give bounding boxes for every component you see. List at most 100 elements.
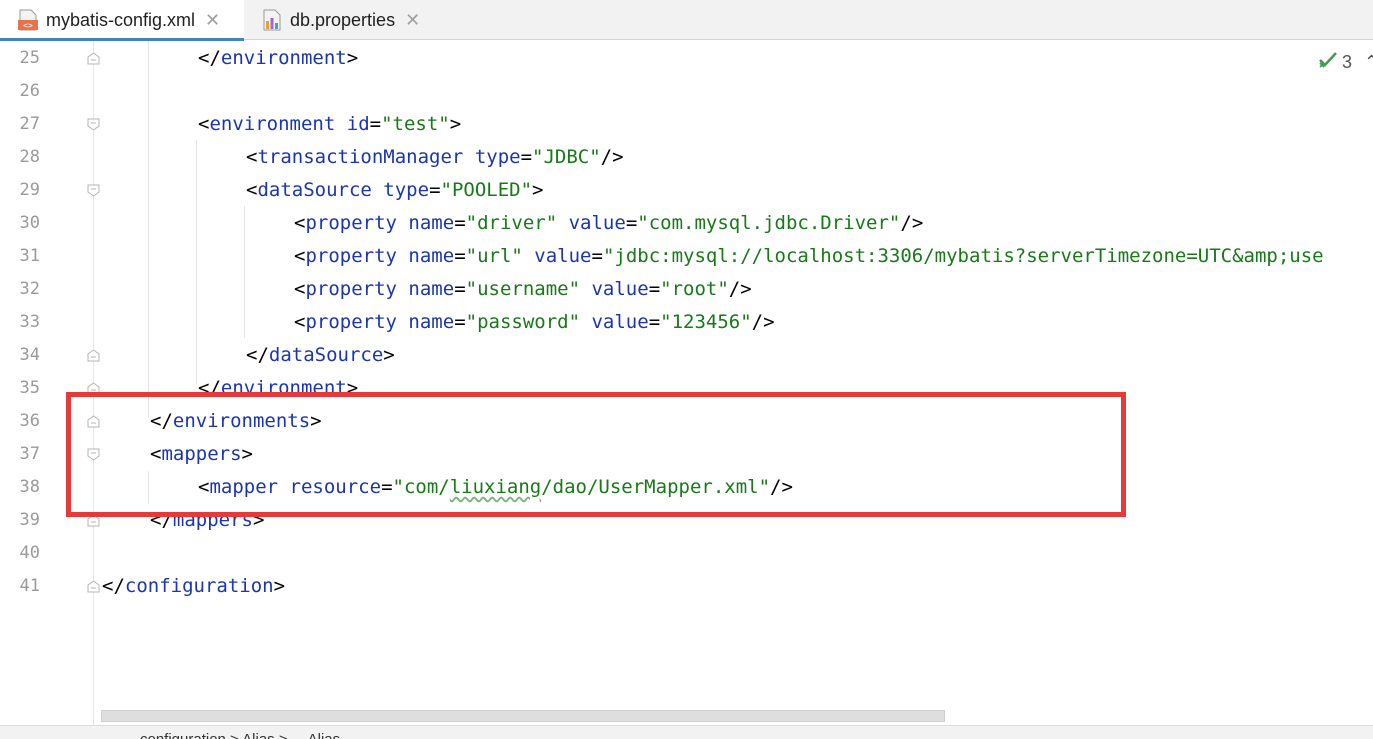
check-icon bbox=[1318, 51, 1338, 74]
code-line[interactable]: <dataSource type="POOLED"> bbox=[246, 174, 543, 207]
code-token: < bbox=[294, 311, 306, 333]
code-token: type bbox=[383, 179, 430, 201]
line-number: 29 bbox=[19, 180, 40, 200]
inspection-widget[interactable]: 3 ⌃ bbox=[1318, 51, 1373, 74]
code-token: "JDBC" bbox=[532, 146, 601, 168]
close-icon[interactable]: ✕ bbox=[405, 10, 420, 31]
fold-marker-icon[interactable] bbox=[87, 118, 100, 131]
code-token: property bbox=[305, 212, 397, 234]
code-line[interactable]: <property name="url" value="jdbc:mysql:/… bbox=[294, 240, 1324, 273]
code-token: value bbox=[591, 278, 649, 300]
breadcrumb[interactable]: configuration > Alias > ... Alias bbox=[140, 731, 340, 739]
indent-guide bbox=[148, 41, 149, 417]
code-token: "test" bbox=[381, 113, 450, 135]
code-line[interactable]: </dataSource> bbox=[246, 339, 395, 372]
tab-db-properties[interactable]: db.properties ✕ bbox=[262, 0, 442, 40]
code-token: value bbox=[591, 311, 649, 333]
code-token: dataSource bbox=[268, 344, 384, 366]
code-line[interactable]: <environment id="test"> bbox=[198, 108, 461, 141]
line-number: 28 bbox=[19, 147, 40, 167]
code-token: = bbox=[625, 212, 638, 234]
line-number: 26 bbox=[19, 81, 40, 101]
code-token: = bbox=[591, 245, 603, 267]
code-token: value bbox=[568, 212, 626, 234]
code-token: dataSource bbox=[257, 179, 372, 201]
code-token: = bbox=[648, 311, 661, 333]
code-line[interactable]: </environment> bbox=[198, 42, 358, 75]
code-token: = bbox=[648, 278, 661, 300]
code-token: </ bbox=[198, 47, 221, 69]
code-token: "123456" bbox=[660, 311, 752, 333]
indent-guide bbox=[244, 206, 245, 338]
fold-marker-icon[interactable] bbox=[87, 349, 100, 362]
code-token: = bbox=[454, 311, 466, 333]
close-icon[interactable]: ✕ bbox=[205, 10, 220, 31]
indent-guide bbox=[196, 140, 197, 384]
code-editor[interactable]: 25 </environment> 26 27 <environment id="tes… bbox=[0, 41, 1373, 725]
line-number: 31 bbox=[19, 246, 40, 266]
tab-label: mybatis-config.xml bbox=[46, 9, 196, 30]
breadcrumb-bar: configuration > Alias > ... Alias bbox=[0, 725, 1373, 739]
code-token: "url" bbox=[465, 245, 523, 267]
fold-marker-icon[interactable] bbox=[87, 52, 100, 65]
line-number: 32 bbox=[19, 279, 40, 299]
code-line[interactable]: </configuration> bbox=[102, 570, 285, 603]
code-token: > bbox=[383, 344, 395, 366]
code-token: > bbox=[449, 113, 462, 135]
svg-text:<>: <> bbox=[23, 21, 33, 30]
line-number: 41 bbox=[19, 576, 40, 596]
code-token: environment bbox=[220, 47, 347, 69]
code-line[interactable]: <property name="username" value="root"/> bbox=[294, 273, 752, 306]
line-number: 38 bbox=[19, 477, 40, 497]
line-number: 39 bbox=[19, 510, 40, 530]
code-token: = bbox=[454, 278, 466, 300]
code-token: "jdbc:mysql://localhost:3306/mybatis?ser… bbox=[602, 245, 1324, 267]
properties-file-icon bbox=[262, 9, 282, 31]
code-token: property bbox=[305, 311, 397, 333]
tab-mybatis-config[interactable]: <> mybatis-config.xml ✕ bbox=[0, 0, 244, 41]
line-number: 30 bbox=[19, 213, 40, 233]
code-token: = bbox=[429, 179, 441, 201]
code-token: /> bbox=[600, 146, 624, 168]
code-token: name bbox=[408, 311, 455, 333]
code-token: "root" bbox=[660, 278, 729, 300]
line-number: 40 bbox=[19, 543, 40, 563]
code-token: configuration bbox=[124, 575, 274, 597]
code-token: > bbox=[346, 47, 359, 69]
tab-label: db.properties bbox=[290, 9, 396, 30]
code-token: /> bbox=[751, 311, 775, 333]
code-token: < bbox=[294, 245, 306, 267]
code-line[interactable]: <transactionManager type="JDBC"/> bbox=[246, 141, 624, 174]
fold-marker-icon[interactable] bbox=[87, 580, 100, 593]
code-token: "POOLED" bbox=[440, 179, 533, 201]
code-token: </ bbox=[246, 344, 269, 366]
code-token: < bbox=[246, 146, 258, 168]
code-token: < bbox=[198, 113, 210, 135]
inspection-count: 3 bbox=[1342, 52, 1353, 72]
code-token: value bbox=[534, 245, 592, 267]
code-token: = bbox=[454, 245, 466, 267]
line-number: 37 bbox=[19, 444, 40, 464]
code-token: < bbox=[294, 212, 306, 234]
code-token: id bbox=[346, 113, 370, 135]
editor-tab-bar: <> mybatis-config.xml ✕ db.properties ✕ bbox=[0, 0, 1373, 41]
code-line[interactable]: <property name="driver" value="com.mysql… bbox=[294, 207, 923, 240]
code-line[interactable]: <property name="password" value="123456"… bbox=[294, 306, 775, 339]
line-number: 25 bbox=[19, 48, 40, 68]
code-token: /> bbox=[900, 212, 924, 234]
chevron-up-icon[interactable]: ⌃ bbox=[1364, 52, 1373, 73]
horizontal-scrollbar[interactable] bbox=[101, 710, 945, 722]
code-token: "username" bbox=[465, 278, 581, 300]
code-token: = bbox=[454, 212, 466, 234]
code-token: > bbox=[532, 179, 544, 201]
fold-marker-icon[interactable] bbox=[87, 184, 100, 197]
code-token: name bbox=[408, 245, 455, 267]
highlight-annotation bbox=[66, 392, 1126, 517]
